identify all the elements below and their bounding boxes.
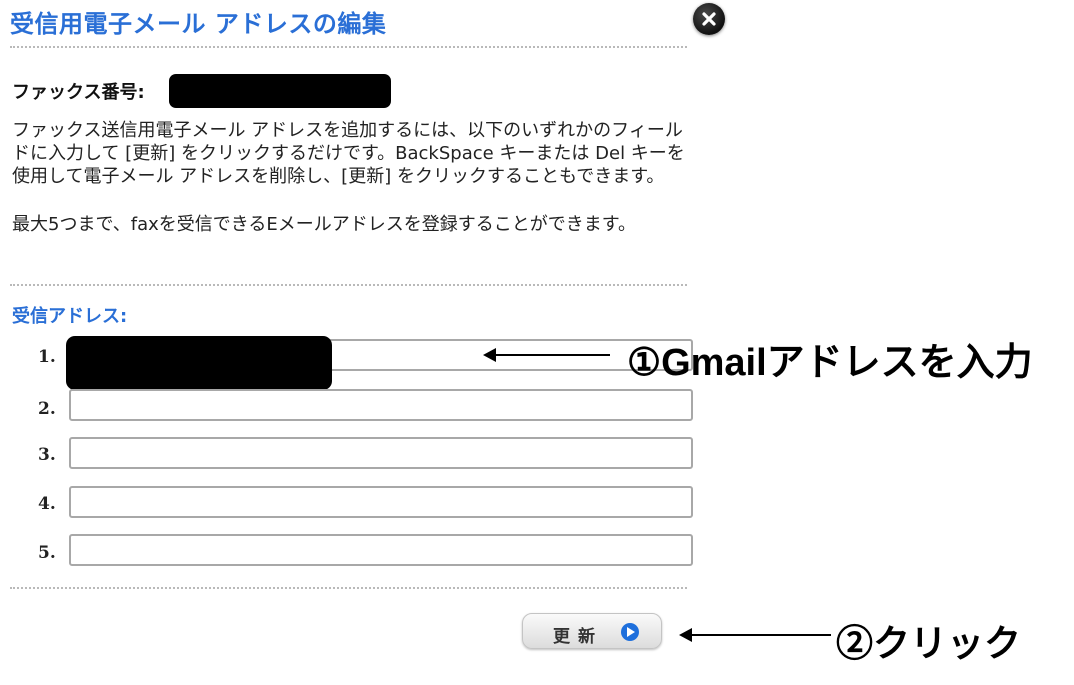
- update-button[interactable]: 更新: [522, 613, 662, 649]
- annotation-arrow-2: [679, 628, 831, 642]
- update-button-label: 更新: [553, 627, 603, 647]
- annotation-step-2: ②クリック: [836, 623, 1021, 664]
- dialog-title: 受信用電子メール アドレスの編集: [10, 10, 387, 38]
- close-button[interactable]: [693, 3, 725, 35]
- annotation-step-1: ①Gmailアドレスを入力: [627, 342, 1033, 384]
- annotation-arrow-1: [483, 348, 610, 362]
- address-input-3[interactable]: [69, 437, 693, 469]
- play-circle-icon: [621, 623, 639, 641]
- address-number-4: 4.: [38, 494, 56, 514]
- fax-number-redacted: [169, 74, 391, 108]
- address-number-3: 3.: [38, 445, 56, 465]
- fax-number-label: ファックス番号:: [12, 82, 145, 103]
- address-input-2[interactable]: [69, 389, 693, 421]
- instructions-text: ファックス送信用電子メール アドレスを追加するには、以下のいずれかのフィールドに…: [12, 120, 685, 187]
- address-1-redacted: [66, 336, 332, 390]
- limit-note-text: 最大5つまで、faxを受信できるEメールアドレスを登録することができます。: [12, 214, 636, 235]
- divider-top: [10, 46, 687, 48]
- address-input-5[interactable]: [69, 534, 693, 566]
- address-number-5: 5.: [38, 543, 56, 563]
- address-number-1: 1.: [38, 347, 56, 367]
- receive-address-heading: 受信アドレス:: [12, 306, 128, 327]
- divider-middle: [10, 284, 687, 286]
- address-input-4[interactable]: [69, 486, 693, 518]
- close-icon: [702, 12, 716, 26]
- address-number-2: 2.: [38, 399, 56, 419]
- divider-bottom: [10, 587, 687, 589]
